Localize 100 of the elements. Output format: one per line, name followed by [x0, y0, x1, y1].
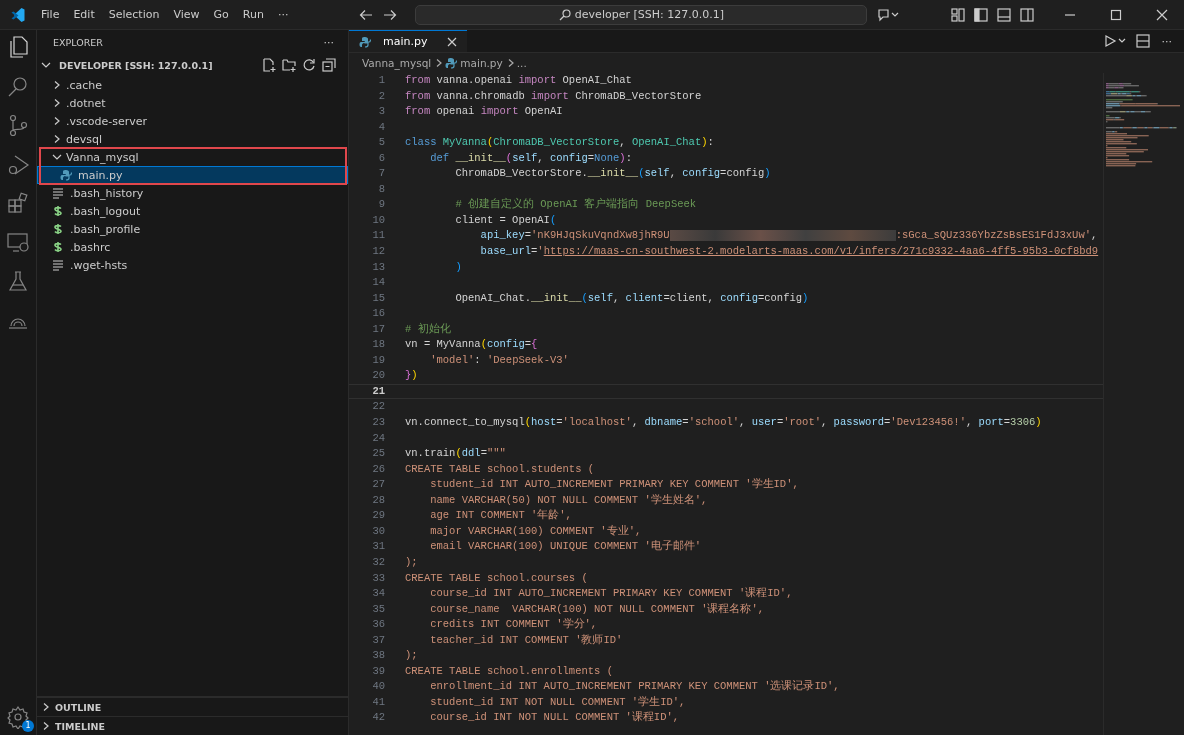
forward-arrow-icon[interactable] [383, 8, 398, 21]
code-line: 'model': 'DeepSeek-V3' [429, 352, 569, 368]
code-line: client = OpenAI( [454, 212, 557, 228]
maximize-icon[interactable] [1110, 8, 1122, 21]
shell-file-icon [52, 223, 64, 235]
tree-entry[interactable]: .bash_profile [37, 220, 348, 238]
code-line: ); [405, 554, 418, 570]
code-line: enrollment_id INT AUTO_INCREMENT PRIMARY KEY COMMENT '选课记录ID', [429, 679, 840, 695]
python-file-icon [359, 35, 371, 48]
folder-entry[interactable]: Vanna_mysql [37, 148, 348, 166]
code-line: ); [405, 648, 418, 664]
new-folder-icon[interactable] [282, 58, 296, 72]
tree-entry[interactable]: .wget-hsts [37, 256, 348, 274]
code-line: # 创建自定义的 OpenAI 客户端指向 DeepSeek [454, 197, 697, 213]
close-icon[interactable] [447, 36, 458, 47]
search-icon[interactable] [6, 74, 30, 98]
collapse-all-icon[interactable] [322, 58, 336, 72]
line-number: 33 [371, 570, 385, 586]
menu-item[interactable]: File [34, 6, 67, 23]
text-file-icon [52, 187, 64, 199]
code-line: course_id INT NOT NULL COMMENT '课程ID', [429, 710, 680, 726]
settings-gear-icon[interactable] [6, 705, 30, 729]
breadcrumb-item[interactable]: ... [516, 57, 527, 69]
more-actions-button[interactable]: ··· [1159, 34, 1174, 48]
tree-entry[interactable]: .bash_history [37, 184, 348, 202]
tree-entry[interactable]: main.py [37, 166, 348, 184]
tree-entry[interactable]: .bashrc [37, 238, 348, 256]
sidebar-toggle-icon[interactable] [974, 7, 988, 22]
line-number: 37 [371, 632, 385, 648]
line-number: 38 [371, 648, 385, 664]
code-line: class MyVanna(ChromaDB_VectorStore, OpenAI_Chat): [405, 135, 714, 151]
code-line: course_id INT AUTO_INCREMENT PRIMARY KEY COMMENT '课程ID', [429, 586, 793, 602]
line-number: 16 [371, 306, 385, 322]
section-header[interactable]: OUTLINE [37, 697, 348, 716]
folder-entry[interactable]: .cache [37, 76, 348, 94]
code-line: student_id INT NOT NULL COMMENT '学生ID', [429, 694, 686, 710]
line-number: 29 [371, 508, 385, 524]
workspace-header[interactable]: DEVELOPER [SSH: 127.0.0.1] [37, 54, 348, 76]
code-line: email VARCHAR(100) UNIQUE COMMENT '电子邮件' [429, 539, 702, 555]
menu-item[interactable]: Edit [66, 6, 102, 23]
layout-icon[interactable] [951, 7, 965, 22]
code-line: student_id INT AUTO_INCREMENT PRIMARY KEY COMMENT '学生ID', [429, 477, 799, 493]
menu-item[interactable]: Selection [101, 6, 167, 23]
line-number: 21 [371, 384, 385, 399]
folder-entry[interactable]: .dotnet [37, 94, 348, 112]
panel-toggle-icon[interactable] [997, 7, 1011, 22]
code-line: from vanna.chromadb import ChromaDB_VectorStore [405, 88, 702, 104]
line-number: 40 [371, 679, 385, 695]
line-number: 34 [371, 586, 385, 602]
folder-entry[interactable]: devsql [37, 130, 348, 148]
line-number: 15 [371, 290, 385, 306]
editor-tab[interactable]: main.py [349, 30, 468, 52]
line-number: 39 [371, 663, 385, 679]
line-number: 4 [377, 119, 385, 135]
tree-entry[interactable]: .bash_logout [37, 202, 348, 220]
testing-flask-icon[interactable] [6, 269, 30, 293]
split-layout-icon[interactable] [1020, 7, 1034, 22]
back-arrow-icon[interactable] [359, 8, 374, 21]
panel-title: EXPLORER [53, 36, 103, 48]
line-number: 30 [371, 523, 385, 539]
line-number: 42 [371, 710, 385, 726]
command-center-search[interactable]: developer [SSH: 127.0.0.1] [415, 4, 868, 25]
new-file-icon[interactable] [262, 58, 276, 72]
line-number: 22 [371, 399, 385, 415]
code-line: ChromaDB_VectorStore.__init__(self, config=config) [454, 166, 771, 182]
line-number: 20 [371, 368, 385, 384]
breadcrumb-item[interactable]: main.py [460, 57, 503, 69]
refresh-icon[interactable] [302, 58, 316, 72]
code-line: teacher_id INT COMMENT '教师ID' [429, 632, 623, 648]
python-file-icon [445, 57, 458, 69]
line-number: 8 [377, 181, 385, 197]
code-line: }) [405, 368, 418, 384]
breadcrumb-item[interactable]: Vanna_mysql [362, 57, 432, 69]
menu-item[interactable]: View [166, 6, 207, 23]
line-number: 13 [371, 259, 385, 275]
vscode-logo-icon [10, 6, 26, 23]
line-number: 41 [371, 694, 385, 710]
line-number: 25 [371, 446, 385, 462]
line-number: 3 [377, 104, 385, 120]
extensions-icon[interactable] [6, 191, 30, 215]
code-line: vn.train(ddl=""" [405, 446, 506, 462]
remote-explorer-icon[interactable] [6, 230, 30, 254]
menu-item[interactable]: ··· [270, 6, 296, 23]
more-actions-button[interactable]: ··· [321, 35, 336, 49]
menu-item[interactable]: Run [235, 6, 271, 23]
close-icon[interactable] [1156, 8, 1168, 21]
menu-item[interactable]: Go [206, 6, 236, 23]
line-number: 36 [371, 617, 385, 633]
code-line: def __init__(self, config=None): [429, 150, 632, 166]
code-line: name VARCHAR(50) NOT NULL COMMENT '学生姓名', [429, 492, 708, 508]
shell-file-icon [52, 241, 64, 253]
chevron-right-icon [434, 58, 443, 68]
folder-entry[interactable]: .vscode-server [37, 112, 348, 130]
code-line: base_url='https://maas-cn-southwest-2.modelarts-maas.com/v1/infers/271c9332-4aa6-4ff5-95b3-0cf8bd9 [479, 244, 1099, 259]
run-play-icon[interactable] [1103, 34, 1126, 48]
code-line: CREATE TABLE school.enrollments ( [405, 663, 613, 679]
split-editor-icon[interactable] [1135, 34, 1150, 48]
line-number: 1 [377, 73, 385, 88]
code-line: # 初始化 [405, 321, 451, 337]
section-header[interactable]: TIMELINE [37, 716, 348, 735]
